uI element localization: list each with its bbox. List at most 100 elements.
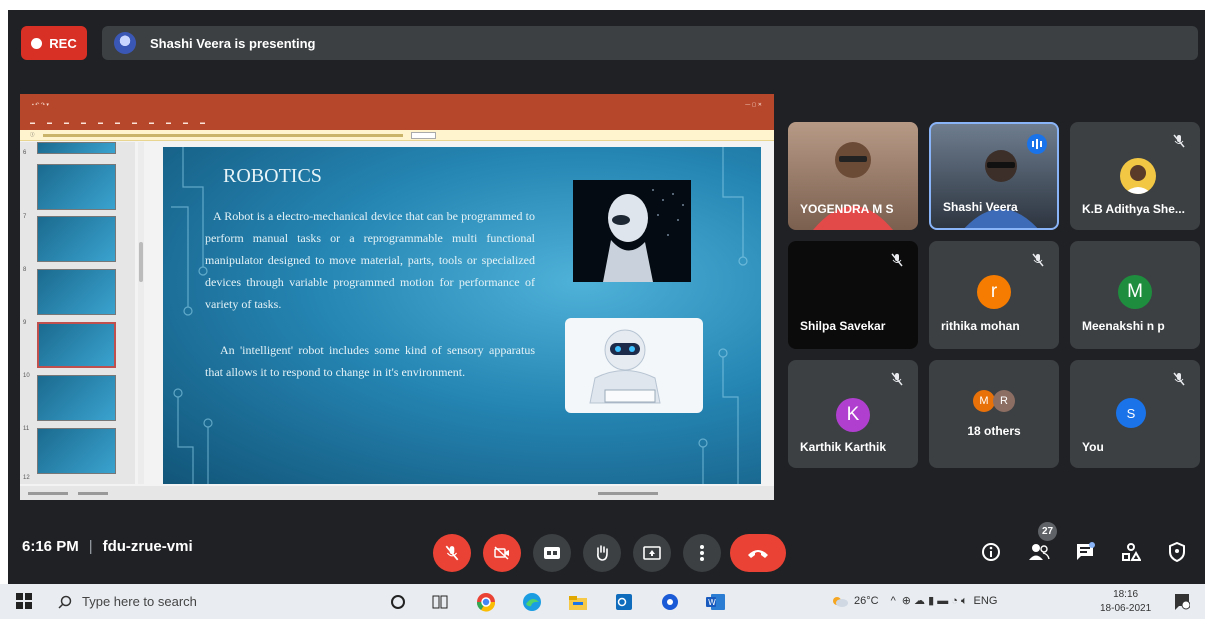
participant-photo — [1120, 158, 1156, 194]
others-tile[interactable]: M R 18 others — [929, 360, 1059, 468]
cortana-icon[interactable] — [386, 590, 410, 614]
clock-date: 18-06-2021 — [1100, 603, 1152, 614]
participant-tile[interactable]: YOGENDRA M S — [788, 122, 918, 230]
search-icon — [58, 595, 72, 609]
meet-window: REC Shashi Veera is presenting ▪ ↶ ↷ ▾ —… — [8, 10, 1205, 584]
others-count: 18 others — [967, 424, 1021, 438]
meeting-details-button[interactable] — [976, 537, 1006, 567]
recording-badge[interactable]: REC — [21, 26, 87, 60]
weather-icon[interactable] — [830, 594, 848, 608]
participant-name: K.B Adithya She... — [1082, 202, 1185, 216]
host-controls-button[interactable] — [1162, 537, 1192, 567]
thumbnail-scrollbar — [138, 142, 144, 484]
presenting-text: Shashi Veera is presenting — [150, 35, 316, 51]
captions-icon — [544, 547, 560, 559]
activities-button[interactable] — [1116, 537, 1146, 567]
thumb-number: 12 — [23, 475, 30, 481]
participant-tile[interactable]: r rithika mohan — [929, 241, 1059, 349]
slide-title: ROBOTICS — [223, 165, 322, 187]
participant-name: Karthik Karthik — [800, 440, 887, 454]
thumb-number: 9 — [23, 320, 27, 326]
slide-paragraph: A Robot is a electro-mechanical device t… — [205, 209, 535, 311]
thumb-number: 7 — [23, 214, 27, 220]
slide-thumbnail-pane: 6 7 8 9 10 11 12 — [20, 142, 135, 484]
activities-icon — [1122, 543, 1141, 561]
participant-tile[interactable]: K Karthik Karthik — [788, 360, 918, 468]
slide-thumbnail — [37, 164, 116, 210]
svg-text:W: W — [708, 598, 716, 607]
participant-avatar: R — [993, 390, 1015, 412]
mic-off-icon — [891, 372, 903, 386]
slide-thumbnail-selected — [37, 322, 116, 368]
system-tray: 26°C ^ ⊕ ☁ ▮ ▬ ◔ 🔈︎ ENG — [830, 594, 997, 608]
present-now-button[interactable] — [633, 534, 671, 572]
thumb-number: 10 — [23, 373, 30, 379]
participant-tile[interactable]: Shilpa Savekar — [788, 241, 918, 349]
speaking-indicator-icon — [1027, 134, 1047, 154]
shared-screen[interactable]: ▪ ↶ ↷ ▾ — ▢ ✕ ▬ ▬ ▬ ▬ ▬ ▬ ▬ ▬ ▬ ▬ ▬ ⓘ 6 7 8 9 10 1… — [20, 94, 774, 500]
participant-tile[interactable]: M Meenakshi n p — [1070, 241, 1200, 349]
raise-hand-button[interactable] — [583, 534, 621, 572]
participant-avatar: S — [1116, 398, 1146, 428]
info-icon — [982, 543, 1000, 561]
self-tile[interactable]: S You — [1070, 360, 1200, 468]
camera-toggle-button[interactable] — [483, 534, 521, 572]
chevron-up-icon[interactable]: ^ — [891, 595, 896, 607]
participant-name: Shilpa Savekar — [800, 319, 886, 333]
meeting-code: fdu-zrue-vmi — [102, 538, 193, 555]
windows-start-icon[interactable] — [16, 593, 32, 609]
word-icon[interactable]: W — [704, 590, 728, 614]
shield-icon — [1169, 542, 1185, 562]
taskbar-search[interactable]: Type here to search — [58, 594, 197, 609]
participant-tile[interactable]: K.B Adithya She... — [1070, 122, 1200, 230]
windows-taskbar: Type here to search W 26°C ^ ⊕ ☁ ▮ ▬ ◔ 🔈… — [0, 584, 1205, 619]
more-options-button[interactable] — [683, 534, 721, 572]
people-button[interactable] — [1024, 537, 1054, 567]
participant-name: Shashi Veera — [943, 200, 1018, 214]
mic-toggle-button[interactable] — [433, 534, 471, 572]
slide-paragraph: An 'intelligent' robot includes some kin… — [205, 343, 535, 379]
taskbar-clock[interactable]: 18:16 18-06-2021 — [1100, 588, 1151, 616]
task-view-icon[interactable] — [428, 590, 452, 614]
robot-reading-image — [565, 318, 703, 413]
participant-count-badge: 27 — [1038, 522, 1057, 541]
presenting-banner[interactable]: Shashi Veera is presenting — [102, 26, 1198, 60]
ppt-title-bar: ▪ ↶ ↷ ▾ — ▢ ✕ — [20, 94, 774, 116]
weather-temp[interactable]: 26°C — [854, 595, 879, 607]
participant-name: You — [1082, 440, 1104, 454]
present-icon — [643, 546, 661, 560]
thumb-number: 8 — [23, 267, 27, 273]
outlook-icon[interactable] — [612, 590, 636, 614]
search-placeholder: Type here to search — [82, 594, 197, 609]
slide-thumbnail — [37, 428, 116, 474]
current-slide: ROBOTICS A Robot is a electro-mechanical… — [163, 147, 761, 484]
participant-avatar: K — [836, 398, 870, 432]
mic-off-icon — [891, 253, 903, 267]
separator: | — [88, 538, 93, 555]
leave-call-button[interactable] — [730, 534, 786, 572]
thumb-number: 6 — [23, 150, 27, 156]
chrome-icon[interactable] — [474, 590, 498, 614]
participant-avatar: M — [1118, 275, 1152, 309]
edge-icon[interactable] — [520, 590, 544, 614]
hand-icon — [597, 545, 608, 561]
chat-button[interactable] — [1070, 537, 1100, 567]
slide-thumbnail — [37, 269, 116, 315]
tray-icons[interactable]: ⊕ ☁ ▮ ▬ ◔ 🔈︎ — [902, 594, 968, 608]
file-explorer-icon[interactable] — [566, 590, 590, 614]
hang-up-icon — [748, 550, 768, 558]
participant-avatar: r — [977, 275, 1011, 309]
language-indicator[interactable]: ENG — [974, 595, 998, 607]
notification-icon[interactable] — [1174, 593, 1190, 611]
participant-tile-speaking[interactable]: Shashi Veera — [929, 122, 1059, 230]
participant-name: YOGENDRA M S — [800, 202, 894, 216]
slide-thumbnail — [37, 216, 116, 262]
protected-view-bar: ⓘ — [20, 130, 774, 141]
meeting-time: 6:16 PM — [22, 538, 79, 555]
participant-name: Meenakshi n p — [1082, 319, 1165, 333]
captions-button[interactable] — [533, 534, 571, 572]
info-icon: ⓘ — [30, 132, 35, 137]
app-icon[interactable] — [658, 590, 682, 614]
mic-off-icon — [1032, 253, 1044, 267]
mic-off-icon — [1173, 372, 1185, 386]
